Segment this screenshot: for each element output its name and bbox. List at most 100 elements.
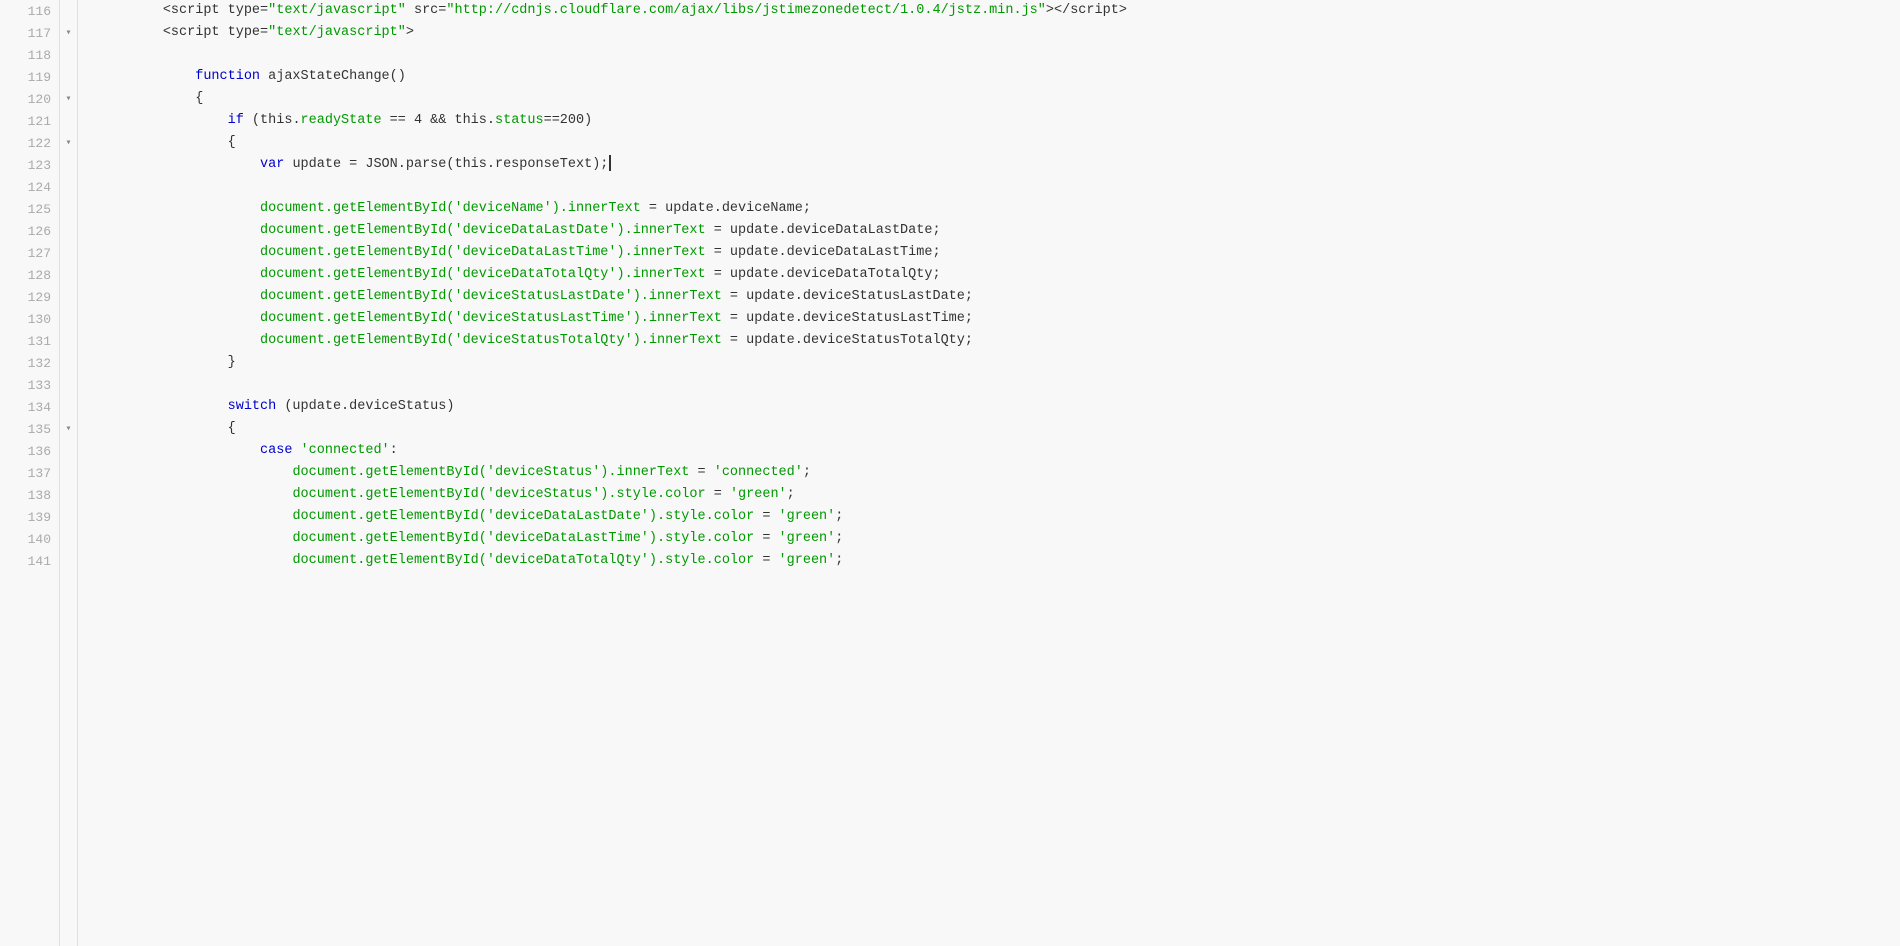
code-line-131[interactable]: document.getElementById('deviceStatusTot… [98,330,1900,352]
line-number-138: 138 [0,484,59,506]
token-130-2: 'deviceStatusLastTime' [454,311,632,326]
token-119-1: function [195,69,260,84]
token-140-0 [98,531,292,546]
token-129-4: = update.deviceStatusLastDate; [722,289,973,304]
line-content-140: document.getElementById('deviceDataLastT… [98,528,843,550]
code-line-134[interactable]: switch (update.deviceStatus) [98,396,1900,418]
token-136-0 [98,443,260,458]
token-130-4: = update.deviceStatusLastTime; [722,311,973,326]
token-132-0 [98,355,228,370]
code-line-132[interactable]: } [98,352,1900,374]
token-126-2: 'deviceDataLastDate' [454,223,616,238]
line-number-137: 137 [0,462,59,484]
line-content-126: document.getElementById('deviceDataLastD… [98,220,941,242]
token-129-0 [98,289,260,304]
token-131-2: 'deviceStatusTotalQty' [454,333,632,348]
code-line-128[interactable]: document.getElementById('deviceDataTotal… [98,264,1900,286]
code-line-118[interactable] [98,44,1900,66]
fold-gutter-132 [60,352,77,374]
code-line-138[interactable]: document.getElementById('deviceStatus').… [98,484,1900,506]
line-content-121: if (this.readyState == 4 && this.status=… [98,110,592,132]
fold-gutter-137 [60,462,77,484]
token-125-3: ).innerText [552,201,641,216]
line-content-120: { [98,88,203,110]
fold-gutter-134 [60,396,77,418]
code-line-137[interactable]: document.getElementById('deviceStatus').… [98,462,1900,484]
code-line-139[interactable]: document.getElementById('deviceDataLastD… [98,506,1900,528]
line-number-117: 117 [0,22,59,44]
fold-gutter-125 [60,198,77,220]
token-141-4: = [754,553,778,568]
token-139-1: document.getElementById( [292,509,486,524]
line-number-116: 116 [0,0,59,22]
code-line-116[interactable]: <script type="text/javascript" src="http… [98,0,1900,22]
token-137-2: 'deviceStatus' [487,465,600,480]
token-125-1: document.getElementById( [260,201,454,216]
token-126-3: ).innerText [617,223,706,238]
line-number-133: 133 [0,374,59,396]
token-122-0 [98,135,228,150]
fold-gutter-120[interactable]: ▾ [60,88,77,110]
line-number-125: 125 [0,198,59,220]
line-content-139: document.getElementById('deviceDataLastD… [98,506,843,528]
fold-gutter-140 [60,528,77,550]
token-121-6: == 4 && [382,113,455,128]
token-131-3: ).innerText [633,333,722,348]
code-line-124[interactable] [98,176,1900,198]
code-line-125[interactable]: document.getElementById('deviceName').in… [98,198,1900,220]
token-136-4: : [390,443,398,458]
line-content-137: document.getElementById('deviceStatus').… [98,462,811,484]
code-line-123[interactable]: var update = JSON.parse(this.responseTex… [98,154,1900,176]
token-116-6: > [1046,3,1054,18]
fold-gutter-116 [60,0,77,22]
code-line-127[interactable]: document.getElementById('deviceDataLastT… [98,242,1900,264]
code-line-121[interactable]: if (this.readyState == 4 && this.status=… [98,110,1900,132]
token-139-2: 'deviceDataLastDate' [487,509,649,524]
fold-gutter-119 [60,66,77,88]
token-128-2: 'deviceDataTotalQty' [454,267,616,282]
code-line-122[interactable]: { [98,132,1900,154]
code-line-120[interactable]: { [98,88,1900,110]
line-number-139: 139 [0,506,59,528]
token-131-1: document.getElementById( [260,333,454,348]
token-141-2: 'deviceDataTotalQty' [487,553,649,568]
fold-gutter-141 [60,550,77,572]
code-line-133[interactable] [98,374,1900,396]
code-line-130[interactable]: document.getElementById('deviceStatusLas… [98,308,1900,330]
code-line-126[interactable]: document.getElementById('deviceDataLastD… [98,220,1900,242]
token-121-8: . [487,113,495,128]
token-141-5: 'green' [779,553,836,568]
line-content-123: var update = JSON.parse(this.responseTex… [98,154,611,176]
line-content-122: { [98,132,236,154]
token-121-5: readyState [301,113,382,128]
fold-gutter-117[interactable]: ▾ [60,22,77,44]
code-content[interactable]: <script type="text/javascript" src="http… [78,0,1900,946]
fold-gutter-121 [60,110,77,132]
code-line-135[interactable]: { [98,418,1900,440]
line-number-127: 127 [0,242,59,264]
fold-gutter-135[interactable]: ▾ [60,418,77,440]
code-line-117[interactable]: <script type="text/javascript"> [98,22,1900,44]
token-137-5: 'connected' [714,465,803,480]
code-line-141[interactable]: document.getElementById('deviceDataTotal… [98,550,1900,572]
token-123-2: update = JSON.parse(this.responseText); [284,157,608,172]
token-138-3: ).style.color [600,487,705,502]
token-121-9: status [495,113,544,128]
code-line-140[interactable]: document.getElementById('deviceDataLastT… [98,528,1900,550]
line-content-128: document.getElementById('deviceDataTotal… [98,264,941,286]
code-line-129[interactable]: document.getElementById('deviceStatusLas… [98,286,1900,308]
fold-gutter-122[interactable]: ▾ [60,132,77,154]
token-137-4: = [689,465,713,480]
token-128-3: ).innerText [617,267,706,282]
code-line-136[interactable]: case 'connected': [98,440,1900,462]
line-number-124: 124 [0,176,59,198]
line-number-120: 120 [0,88,59,110]
token-137-6: ; [803,465,811,480]
token-117-2: script type= [171,25,268,40]
token-140-2: 'deviceDataLastTime' [487,531,649,546]
fold-gutter-139 [60,506,77,528]
token-120-0 [98,91,195,106]
token-127-0 [98,245,260,260]
code-line-119[interactable]: function ajaxStateChange() [98,66,1900,88]
line-content-131: document.getElementById('deviceStatusTot… [98,330,973,352]
